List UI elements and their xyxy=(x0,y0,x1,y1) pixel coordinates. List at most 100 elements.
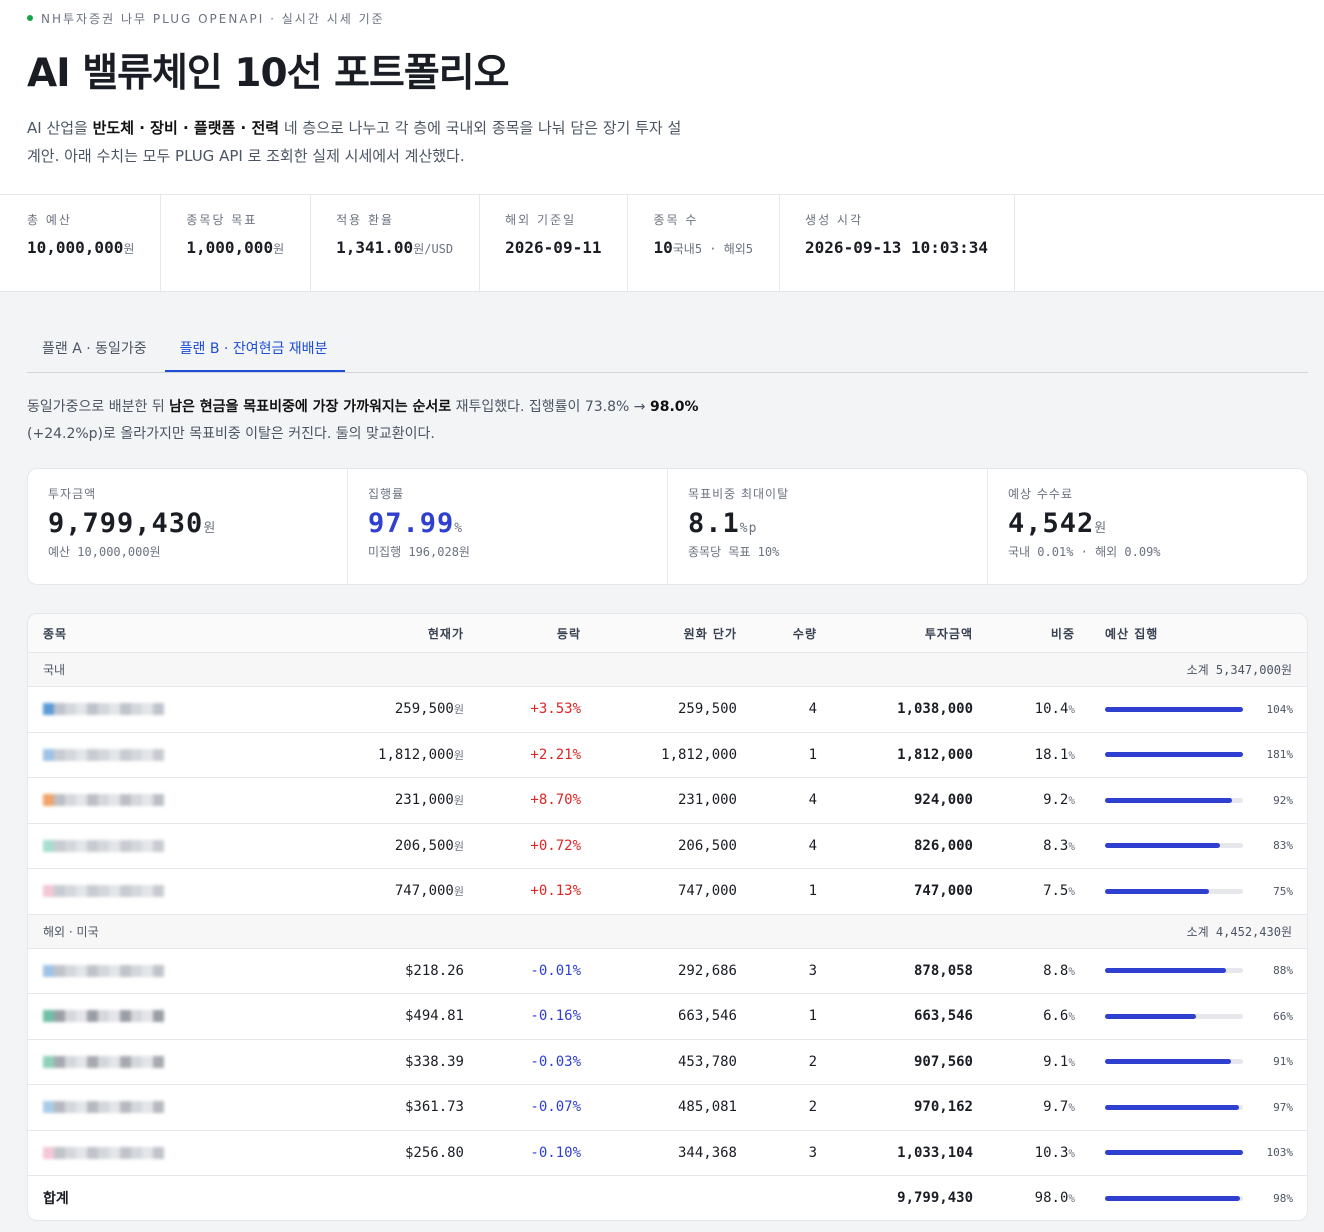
kpi-unit: 원 xyxy=(203,521,217,536)
redacted-name-block xyxy=(43,1055,268,1068)
live-dot-icon xyxy=(27,15,33,21)
kpi-sub: 미집행 196,028원 xyxy=(368,545,470,559)
kpi-value: 97.99% xyxy=(368,508,647,539)
invested-amount: 970,162 xyxy=(913,1099,973,1116)
group-label: 해외 · 미국 xyxy=(43,924,99,939)
weight: 8.8% xyxy=(1043,962,1075,979)
tab-plan-a[interactable]: 플랜 A · 동일가중 xyxy=(27,325,165,372)
change-pct: +0.13% xyxy=(530,883,581,900)
col-qty[interactable]: 수량 xyxy=(737,625,817,642)
kpi-number: 4,542 xyxy=(1008,508,1095,539)
invested-amount: 924,000 xyxy=(913,792,973,809)
note-part: 동일가중으로 배분한 뒤 xyxy=(27,399,170,415)
summary-stats-bar: 총 예산 10,000,000원 종목당 목표 1,000,000원 적용 환율 1,… xyxy=(0,194,1324,292)
change-pct: -0.01% xyxy=(530,962,581,979)
weight-value: 7.5 xyxy=(1043,883,1069,900)
stock-name-redacted xyxy=(28,1101,268,1114)
stat-label: 종목당 목표 xyxy=(186,213,258,227)
budget-execution: 181% xyxy=(1075,748,1307,761)
execution-pct: 97% xyxy=(1273,1100,1293,1114)
stat-value: 10,000,000원 xyxy=(27,238,134,257)
total-amount: 9,799,430 xyxy=(897,1190,973,1206)
table-row[interactable]: $218.26 -0.01% 292,686 3 878,058 8.8% 88… xyxy=(28,949,1307,994)
stat-value: 1,000,000원 xyxy=(186,238,284,257)
redacted-name-block xyxy=(43,885,268,898)
budget-execution: 88% xyxy=(1075,964,1307,977)
krw-unit-price: 485,081 xyxy=(677,1099,737,1116)
weight: 10.3% xyxy=(1034,1144,1075,1161)
kpi-sub: 예산 10,000,000원 xyxy=(48,545,161,559)
execution-pct: 66% xyxy=(1273,1009,1293,1023)
krw-unit-price: 663,546 xyxy=(677,1008,737,1025)
execution-bar-fill xyxy=(1105,706,1243,712)
col-amount[interactable]: 투자금액 xyxy=(817,625,973,642)
redacted-name-block xyxy=(43,748,268,761)
current-price: 231,000원 xyxy=(268,792,464,808)
table-row[interactable]: 1,812,000원 +2.21% 1,812,000 1 1,812,000 … xyxy=(28,733,1307,778)
table-row[interactable]: 747,000원 +0.13% 747,000 1 747,000 7.5% 7… xyxy=(28,869,1307,915)
page-description: AI 산업을 반도체 · 장비 · 플랫폼 · 전력 네 층으로 나누고 각 층… xyxy=(27,114,687,170)
krw-unit-price: 259,500 xyxy=(677,701,737,718)
budget-execution: 104% xyxy=(1075,703,1307,716)
price-value: $494.81 xyxy=(404,1008,464,1025)
plan-tabs: 플랜 A · 동일가중 플랜 B · 잔여현금 재배분 xyxy=(27,325,1308,373)
table-row[interactable]: 206,500원 +0.72% 206,500 4 826,000 8.3% 8… xyxy=(28,824,1307,869)
stat-value: 1,341.00원/USD xyxy=(336,238,453,257)
page-title: AI 밸류체인 10선 포트폴리오 xyxy=(27,51,510,96)
krw-unit-price: 453,780 xyxy=(677,1053,737,1070)
stock-name-redacted xyxy=(28,703,268,716)
execution-bar-fill xyxy=(1105,1013,1197,1019)
stat-budget: 총 예산 10,000,000원 xyxy=(27,195,162,291)
col-name[interactable]: 종목 xyxy=(28,625,268,642)
quantity: 3 xyxy=(808,1144,817,1161)
krw-unit-price: 344,368 xyxy=(677,1144,737,1161)
total-weight-value: 98.0 xyxy=(1034,1190,1069,1206)
execution-pct: 91% xyxy=(1273,1055,1293,1069)
stat-unit: 원/USD xyxy=(413,242,454,256)
col-change[interactable]: 등락 xyxy=(464,625,581,642)
execution-pct: 104% xyxy=(1266,702,1294,716)
col-krw-price[interactable]: 원화 단가 xyxy=(581,625,737,642)
col-price[interactable]: 현재가 xyxy=(268,625,464,642)
price-value: 747,000 xyxy=(394,883,454,900)
desc-part-1: AI 산업을 xyxy=(27,119,93,137)
col-weight[interactable]: 비중 xyxy=(973,625,1075,642)
kpi-unit: % xyxy=(454,521,464,536)
execution-bar-fill xyxy=(1105,752,1243,758)
note-part: (+24.2%p)로 올라가지만 목표비중 이탈은 커진다. 둘의 맞교환이다. xyxy=(27,426,435,442)
table-row[interactable]: $338.39 -0.03% 453,780 2 907,560 9.1% 91… xyxy=(28,1040,1307,1085)
quantity: 3 xyxy=(808,962,817,979)
weight-value: 10.4 xyxy=(1034,701,1069,718)
change-pct: +3.53% xyxy=(530,701,581,718)
stat-unit: 원 xyxy=(123,242,135,256)
table-row[interactable]: 231,000원 +8.70% 231,000 4 924,000 9.2% 9… xyxy=(28,778,1307,824)
stock-name-redacted xyxy=(28,885,268,898)
tab-plan-b[interactable]: 플랜 B · 잔여현금 재배분 xyxy=(164,325,346,372)
kpi-value: 9,799,430원 xyxy=(48,508,327,539)
col-execution[interactable]: 예산 집행 xyxy=(1075,625,1307,642)
stat-number: 10 xyxy=(653,238,673,257)
invested-amount: 747,000 xyxy=(913,883,973,900)
weight-value: 9.1 xyxy=(1043,1053,1069,1070)
current-price: $494.81 xyxy=(268,1008,464,1024)
krw-unit-price: 1,812,000 xyxy=(661,746,737,763)
price-unit: 원 xyxy=(453,748,464,762)
plan-note: 동일가중으로 배분한 뒤 남은 현금을 목표비중에 가장 가까워지는 순서로 재… xyxy=(27,394,767,448)
table-row[interactable]: 259,500원 +3.53% 259,500 4 1,038,000 10.4… xyxy=(28,687,1307,733)
weight-value: 8.8 xyxy=(1043,962,1069,979)
invested-amount: 907,560 xyxy=(913,1053,973,1070)
kpi-label: 예상 수수료 xyxy=(1008,487,1074,501)
change-pct: +2.21% xyxy=(530,746,581,763)
table-row[interactable]: $361.73 -0.07% 485,081 2 970,162 9.7% 97… xyxy=(28,1085,1307,1131)
quantity: 1 xyxy=(808,1008,817,1025)
note-part: 재투입했다. 집행률이 73.8% → xyxy=(451,399,650,415)
execution-pct: 98% xyxy=(1273,1191,1293,1205)
total-execution: 98% xyxy=(1075,1192,1307,1205)
redacted-name-block xyxy=(43,1146,268,1159)
execution-bar xyxy=(1105,1150,1243,1156)
weight-value: 6.6 xyxy=(1043,1008,1069,1025)
stat-label: 종목 수 xyxy=(653,213,699,227)
kpi-unit: %p xyxy=(739,521,758,536)
table-row[interactable]: $494.81 -0.16% 663,546 1 663,546 6.6% 66… xyxy=(28,994,1307,1040)
table-row[interactable]: $256.80 -0.10% 344,368 3 1,033,104 10.3%… xyxy=(28,1131,1307,1176)
